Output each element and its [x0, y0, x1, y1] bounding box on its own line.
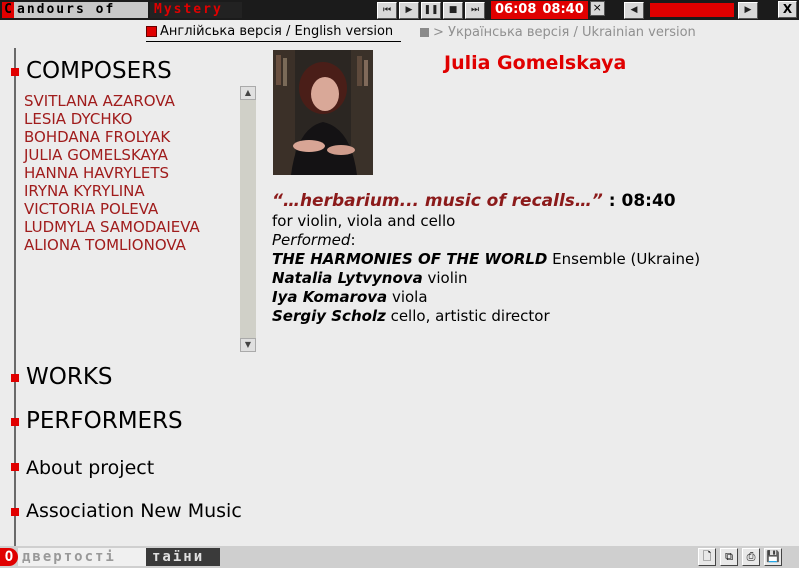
work-duration: : 08:40 [608, 191, 676, 211]
work-title-line: “…herbarium... music of recalls…” : 08:4… [272, 190, 792, 212]
english-version-link[interactable]: Англійська версія / English version [146, 22, 402, 42]
top-bar: C andours of Mystery ⏮ ▶ ❚❚ ■ ⏭ 06:08 08… [0, 0, 799, 20]
composer-item[interactable]: LESIA DYCHKO [24, 110, 239, 128]
logo-text: andours of [14, 2, 148, 18]
performer-line: Natalia Lytvynova violin [272, 269, 792, 288]
composers-list: SVITLANA AZAROVA LESIA DYCHKO BOHDANA FR… [24, 92, 239, 254]
copy-icon: ⧉ [725, 550, 733, 563]
skip-back-button[interactable]: ⏮ [377, 1, 397, 19]
composer-item[interactable]: BOHDANA FROLYAK [24, 128, 239, 146]
nav-bullet-icon [11, 418, 19, 426]
performed-label: Performed [272, 231, 351, 249]
performer-name: Natalia Lytvynova [272, 269, 423, 287]
scroll-up-arrow-icon[interactable]: ▲ [240, 86, 256, 100]
composers-scrollbar[interactable]: ▲ ▼ [240, 86, 256, 352]
skip-back-icon: ⏮ [382, 5, 392, 15]
close-icon: × [592, 1, 602, 14]
time-total: 08:40 [542, 2, 584, 17]
performed-line: Performed: [272, 231, 792, 250]
composer-photo [273, 50, 373, 175]
time-display: 06:08 08:40 [491, 1, 588, 19]
performer-name: Sergiy Scholz [272, 307, 386, 325]
logo-initial: C [2, 2, 14, 18]
language-selected-icon [146, 26, 157, 37]
work-title: “…herbarium... music of recalls…” [272, 191, 603, 211]
logo-subtitle: Mystery [150, 2, 242, 18]
arrow-left-icon: ◀ [630, 5, 638, 15]
exit-icon: X [782, 2, 793, 16]
composer-item[interactable]: VICTORIA POLEVA [24, 200, 239, 218]
nav-bullet-icon [11, 463, 19, 471]
scroll-down-arrow-icon[interactable]: ▼ [240, 338, 256, 352]
ukrainian-version-link[interactable]: > Українська версія / Ukrainian version [420, 22, 696, 42]
composer-item[interactable]: HANNA HAVRYLETS [24, 164, 239, 182]
performer-role: viola [387, 288, 428, 306]
nav-tree-line [14, 48, 16, 546]
floppy-disk-icon: 💾 [766, 550, 780, 563]
performer-name: Iya Komarova [272, 288, 388, 306]
bottom-logo-subtitle: таїни [146, 548, 220, 566]
performer-line: Sergiy Scholz cello, artistic director [272, 307, 792, 326]
ensemble-name: THE HARMONIES OF THE WORLD [272, 250, 548, 268]
time-elapsed: 06:08 [495, 2, 537, 17]
performer-role: violin [422, 269, 468, 287]
volume-control: ◀ ▶ [624, 1, 760, 19]
volume-down-button[interactable]: ◀ [624, 1, 644, 19]
bottom-logo-text: двертості [18, 548, 146, 566]
nav-works[interactable]: WORKS [26, 364, 113, 390]
nav-association[interactable]: Association New Music [26, 500, 242, 522]
audio-player: ⏮ ▶ ❚❚ ■ ⏭ 06:08 08:40 × [377, 1, 605, 19]
printer-icon: ⎙ [746, 550, 756, 563]
play-icon: ▶ [405, 5, 413, 15]
nav-about-project[interactable]: About project [26, 457, 154, 479]
ensemble-desc: Ensemble (Ukraine) [547, 250, 701, 268]
toolbar: 🗋 ⧉ ⎙ 💾 [698, 548, 782, 566]
pause-button[interactable]: ❚❚ [421, 1, 441, 19]
pause-icon: ❚❚ [423, 5, 439, 15]
instrumentation: for violin, viola and cello [272, 212, 456, 230]
player-close-button[interactable]: × [589, 1, 605, 16]
stop-icon: ■ [448, 5, 458, 15]
performer-line: Iya Komarova viola [272, 288, 792, 307]
composer-name: Julia Gomelskaya [444, 52, 627, 74]
composer-portrait-image [273, 50, 373, 175]
play-button[interactable]: ▶ [399, 1, 419, 19]
arrow-right-icon: ▶ [744, 5, 752, 15]
volume-slider[interactable] [650, 3, 734, 17]
english-version-label: Англійська версія / English version [160, 24, 394, 39]
print-button[interactable]: ⎙ [742, 548, 760, 566]
stop-button[interactable]: ■ [443, 1, 463, 19]
nav-bullet-icon [11, 508, 19, 516]
skip-forward-icon: ⏭ [470, 5, 480, 15]
language-unselected-icon [420, 27, 429, 37]
work-details: “…herbarium... music of recalls…” : 08:4… [272, 190, 792, 326]
document-icon: 🗋 [702, 550, 712, 563]
new-document-button[interactable]: 🗋 [698, 548, 716, 566]
bottom-bar: O двертості таїни 🗋 ⧉ ⎙ 💾 [0, 546, 799, 568]
save-button[interactable]: 💾 [764, 548, 782, 566]
ensemble-line: THE HARMONIES OF THE WORLD Ensemble (Ukr… [272, 250, 792, 269]
performed-colon: : [350, 231, 356, 249]
exit-button[interactable]: X [778, 1, 797, 18]
composer-item[interactable]: JULIA GOMELSKAYA [24, 146, 239, 164]
performer-role: cello, artistic director [385, 307, 550, 325]
composer-item[interactable]: ALIONA TOMLIONOVA [24, 236, 239, 254]
ukrainian-version-label: > Українська версія / Ukrainian version [433, 24, 696, 40]
composer-item[interactable]: LUDMYLA SAMODAIEVA [24, 218, 239, 236]
bottom-logo-initial: O [0, 548, 18, 566]
bottom-logo: O двертості таїни [0, 548, 220, 566]
nav-bullet-icon [11, 68, 19, 76]
nav-composers[interactable]: COMPOSERS [26, 58, 172, 84]
copy-button[interactable]: ⧉ [720, 548, 738, 566]
nav-performers[interactable]: PERFORMERS [26, 408, 183, 434]
skip-forward-button[interactable]: ⏭ [465, 1, 485, 19]
nav-bullet-icon [11, 374, 19, 382]
composer-item[interactable]: SVITLANA AZAROVA [24, 92, 239, 110]
volume-up-button[interactable]: ▶ [738, 1, 758, 19]
composer-item[interactable]: IRYNA KYRYLINA [24, 182, 239, 200]
app-logo: C andours of Mystery [2, 2, 242, 18]
